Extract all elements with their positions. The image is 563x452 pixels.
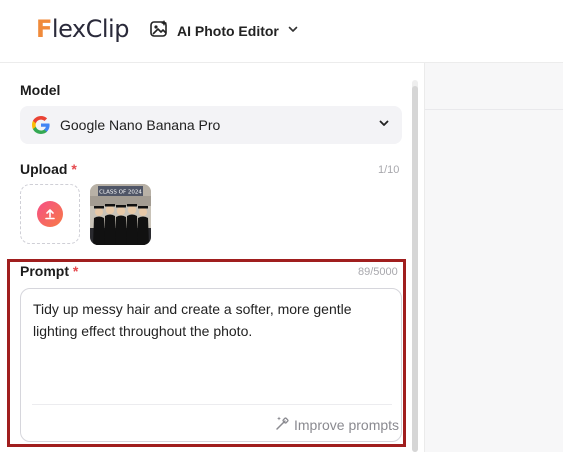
thumbnail-caption: CLASS OF 2024 <box>99 190 142 196</box>
upload-dropzone[interactable] <box>20 184 80 244</box>
improve-prompts-button[interactable]: Improve prompts <box>274 415 399 435</box>
flexclip-logo[interactable]: FlexClip <box>36 14 129 44</box>
uploaded-photo-thumbnail[interactable]: CLASS OF 2024 <box>90 184 151 245</box>
chevron-down-icon <box>378 116 390 134</box>
upload-count: 1/10 <box>378 164 400 176</box>
model-select-value: Google Nano Banana Pro <box>60 117 221 133</box>
upload-label-text: Upload <box>20 161 68 177</box>
ai-photo-icon <box>149 19 169 44</box>
model-select[interactable]: Google Nano Banana Pro <box>20 106 402 144</box>
model-label: Model <box>20 82 61 98</box>
logo-letter: F <box>36 15 52 43</box>
magic-wand-icon <box>274 415 290 436</box>
upload-label: Upload * <box>20 161 77 177</box>
editor-label: AI Photo Editor <box>177 23 279 39</box>
chevron-down-icon <box>287 22 299 40</box>
ai-photo-editor-dropdown[interactable]: AI Photo Editor <box>149 18 299 44</box>
prompt-label-text: Prompt <box>20 263 69 279</box>
required-mark: * <box>71 161 77 177</box>
upload-button[interactable] <box>37 201 63 227</box>
prompt-count: 89/5000 <box>358 266 398 278</box>
scrollbar-thumb[interactable] <box>412 86 418 452</box>
top-bar: FlexClip AI Photo Editor <box>0 0 563 63</box>
required-mark: * <box>72 263 79 279</box>
improve-prompts-label: Improve prompts <box>294 417 400 433</box>
google-icon <box>32 116 50 134</box>
prompt-divider <box>32 404 392 405</box>
upload-icon <box>45 209 55 220</box>
logo-text: lexClip <box>51 15 130 43</box>
prompt-text[interactable]: Tidy up messy hair and create a softer, … <box>33 298 395 342</box>
canvas-area <box>424 63 563 452</box>
prompt-label: Prompt * <box>20 263 78 279</box>
